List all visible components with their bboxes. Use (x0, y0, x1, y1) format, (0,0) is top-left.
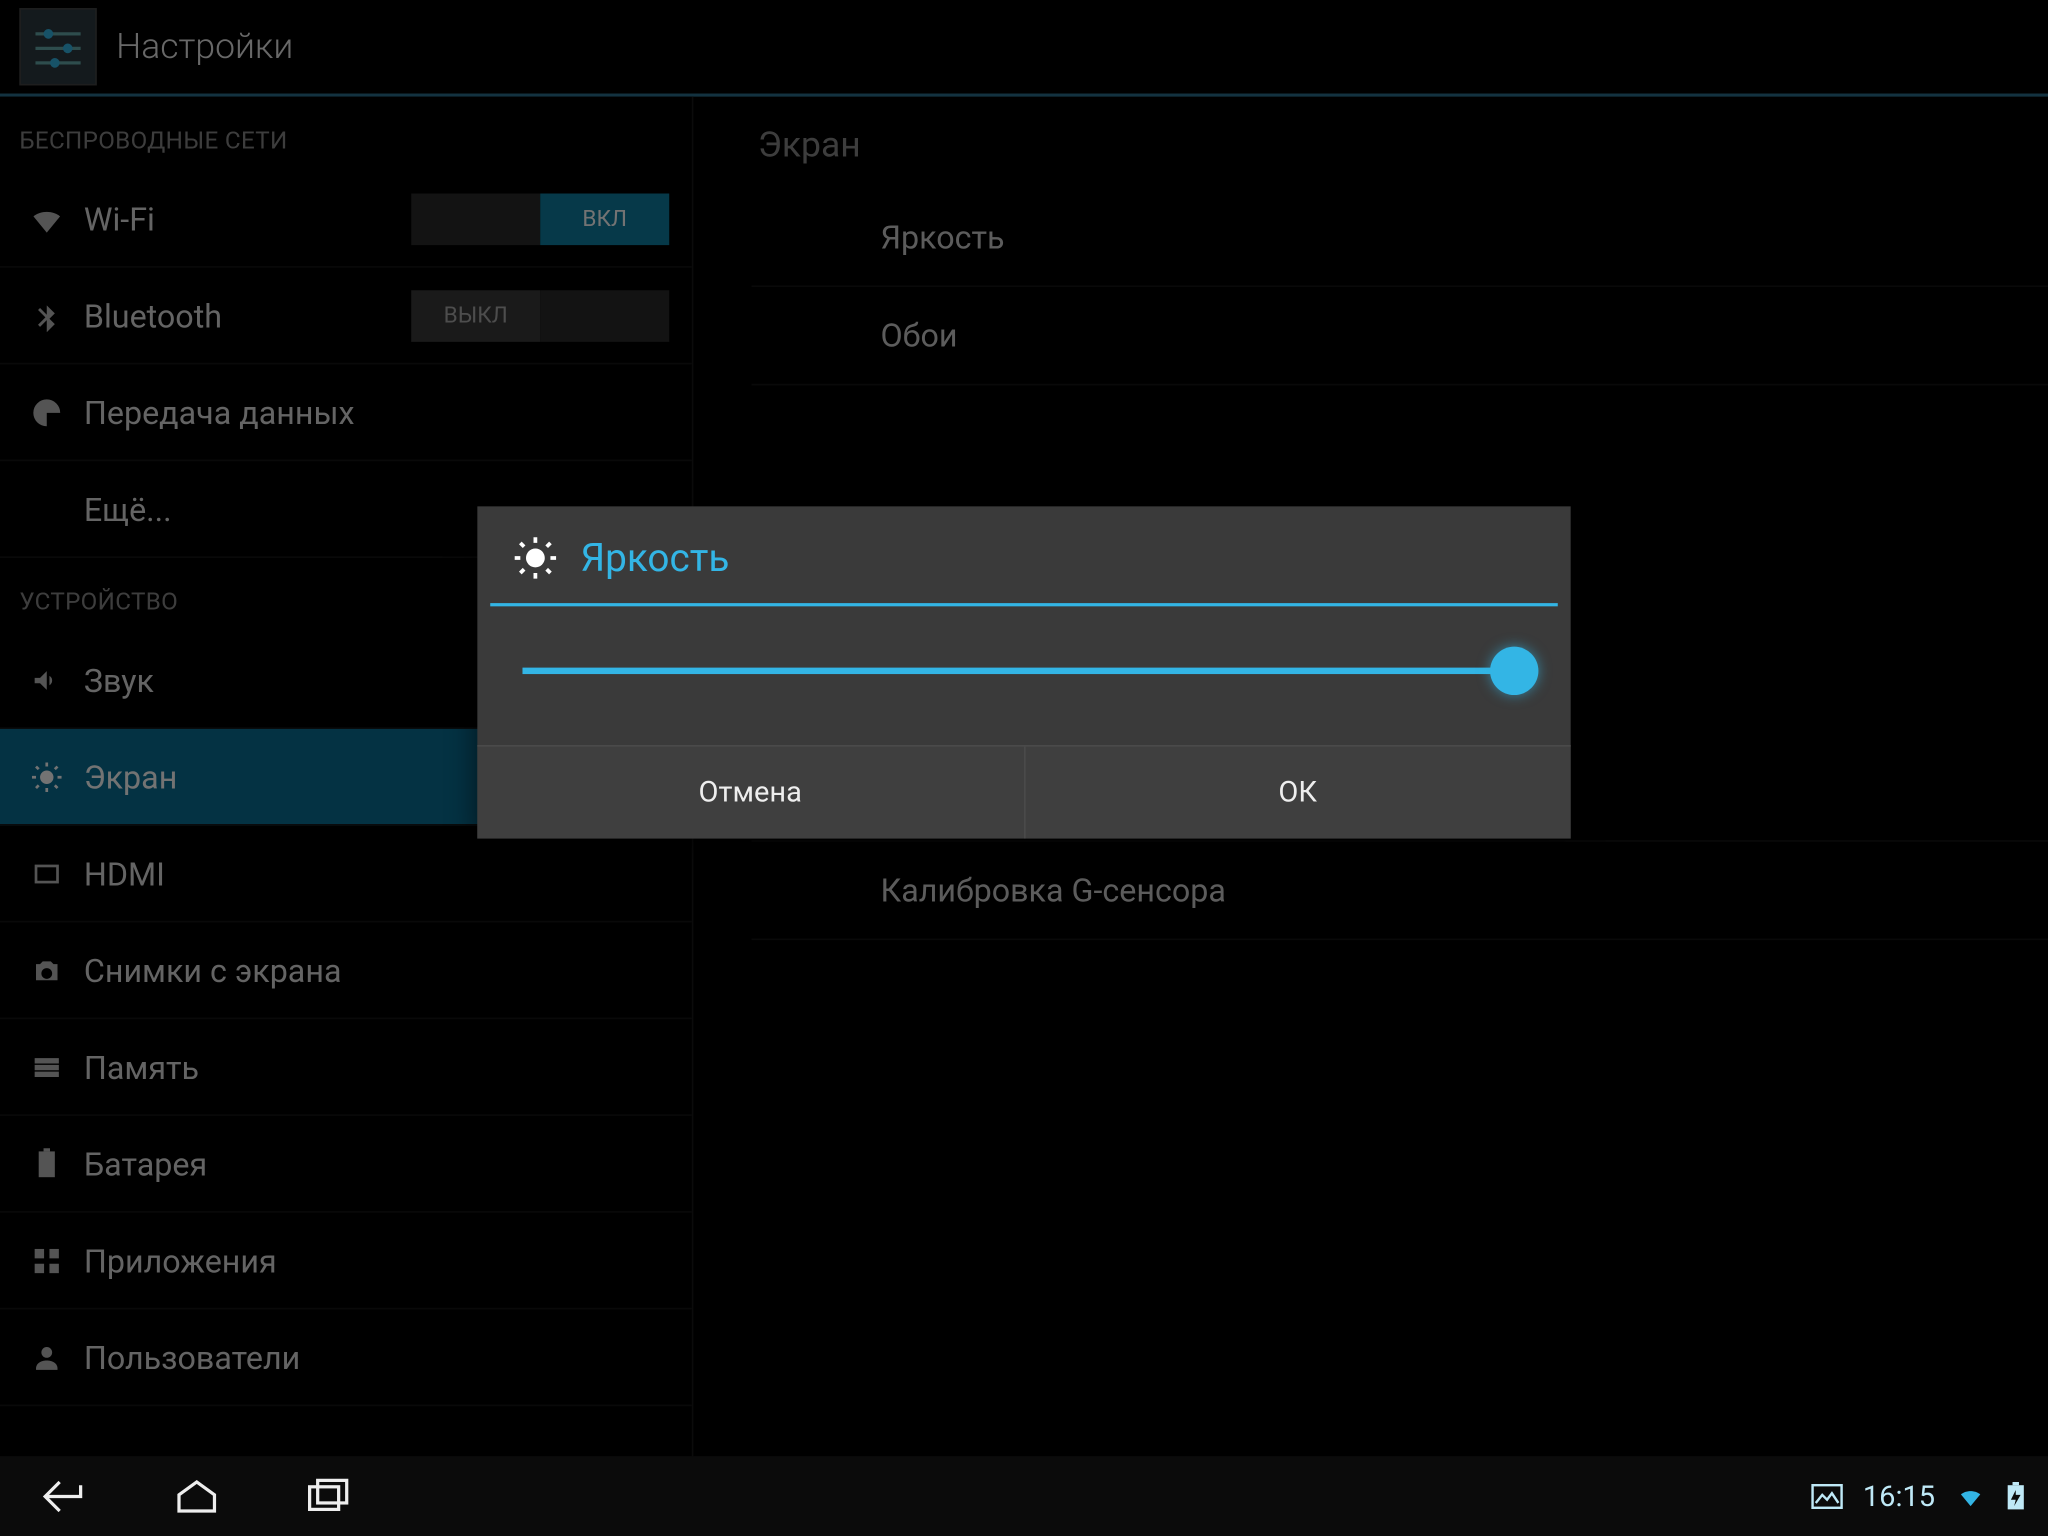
wifi-status-icon (1954, 1484, 1986, 1510)
recent-apps-button[interactable] (287, 1471, 371, 1523)
dialog-button-bar: Отмена ОК (477, 745, 1570, 839)
brightness-slider[interactable] (522, 668, 1525, 674)
status-tray[interactable]: 16:15 (1811, 1480, 2025, 1514)
screenshot-indicator-icon (1811, 1484, 1843, 1510)
cancel-button[interactable]: Отмена (477, 747, 1024, 839)
dialog-body (477, 606, 1570, 745)
brightness-icon (513, 535, 558, 580)
dialog-title: Яркость (581, 535, 730, 580)
brightness-dialog: Яркость Отмена ОК (477, 506, 1570, 838)
status-clock: 16:15 (1863, 1480, 1935, 1514)
home-button[interactable] (155, 1471, 239, 1523)
back-button[interactable] (23, 1471, 107, 1523)
dialog-header: Яркость (477, 506, 1570, 603)
slider-thumb[interactable] (1490, 647, 1538, 695)
ok-button[interactable]: ОК (1025, 747, 1571, 839)
system-bar: 16:15 (0, 1456, 2048, 1536)
battery-charging-icon (2006, 1482, 2025, 1511)
